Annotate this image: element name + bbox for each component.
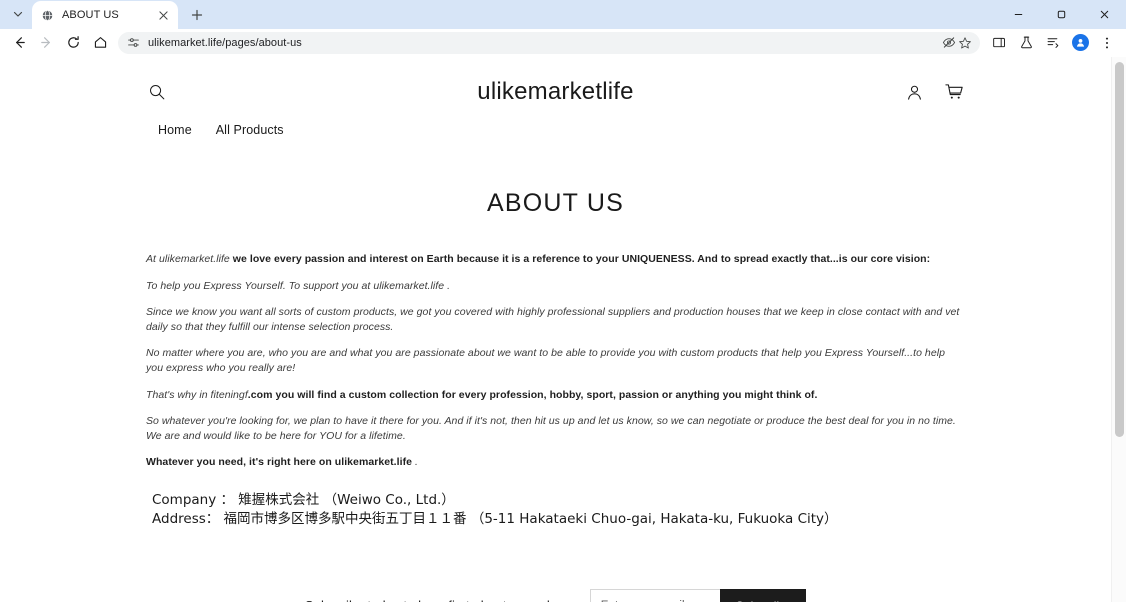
paragraph-strong-run: we love every passion and interest on Ea… — [229, 253, 931, 265]
home-icon[interactable] — [87, 30, 113, 56]
paragraph-strong-run: .com you will find a custom collection f… — [247, 388, 818, 401]
site-settings-tune-icon[interactable] — [126, 36, 140, 50]
about-paragraph: No matter where you are, who you are and… — [146, 346, 965, 375]
newsletter-text: Subscribe today to hear first about our … — [305, 598, 564, 602]
about-paragraph: So whatever you're looking for, we plan … — [146, 414, 965, 443]
tab-search-icon[interactable] — [4, 0, 32, 28]
paragraph-italic-run: So whatever you're looking for, we plan … — [146, 415, 956, 442]
vertical-scrollbar[interactable] — [1111, 57, 1126, 602]
bookmark-star-icon[interactable] — [958, 36, 972, 50]
search-icon[interactable] — [146, 81, 168, 103]
labs-flask-icon[interactable] — [1013, 30, 1039, 56]
company-info: Company ： 雉握株式会社 （Weiwo Co., Ltd.） Addre… — [0, 491, 1111, 529]
address-bar[interactable]: ulikemarket.life/pages/about-us — [118, 31, 980, 54]
globe-icon — [40, 8, 55, 23]
forward-icon — [33, 30, 59, 56]
about-paragraph: That's why in fiteningf.com you will fin… — [146, 388, 965, 403]
page-viewport: ulikemarketlife Home All Products ABOUT … — [0, 57, 1126, 602]
page-title: ABOUT US — [487, 189, 624, 217]
browser-tab[interactable]: ABOUT US — [32, 1, 178, 29]
tab-strip: ABOUT US — [0, 0, 1126, 29]
newsletter-subscribe-button[interactable]: Subscribe — [719, 588, 807, 602]
minimize-icon[interactable] — [997, 0, 1040, 29]
about-paragraph: Since we know you want all sorts of cust… — [146, 305, 965, 334]
browser-menu-icon[interactable] — [1094, 30, 1120, 56]
maximize-icon[interactable] — [1040, 0, 1083, 29]
nav-link-home[interactable]: Home — [158, 123, 192, 137]
eye-slash-icon[interactable] — [942, 36, 956, 50]
page-content: ulikemarketlife Home All Products ABOUT … — [0, 57, 1111, 602]
site-nav: Home All Products — [0, 113, 1111, 137]
site-header: ulikemarketlife Home All Products — [0, 57, 1111, 137]
nav-link-all-products[interactable]: All Products — [216, 123, 284, 137]
newsletter-form: Subscribe — [589, 588, 807, 602]
profile-avatar-icon[interactable] — [1067, 30, 1093, 56]
company-address-line: Address： 福岡市博多区博多駅中央街五丁目１１番 （5-11 Hakata… — [152, 510, 838, 527]
company-name-line: Company ： 雉握株式会社 （Weiwo Co., Ltd.） — [152, 491, 455, 508]
paragraph-italic-run: To help you Express Yourself. To support… — [146, 279, 451, 292]
reload-icon[interactable] — [60, 30, 86, 56]
new-tab-button[interactable] — [184, 2, 210, 28]
account-icon[interactable] — [903, 81, 925, 103]
paragraph-italic-run: That's why in fiteningf — [146, 388, 248, 401]
browser-window: ABOUT US ulikemarket.life/pages/about-us… — [0, 0, 1126, 602]
paragraph-italic-run: . — [412, 456, 418, 469]
address-bar-url: ulikemarket.life/pages/about-us — [148, 36, 302, 49]
newsletter-section: Subscribe today to hear first about our … — [0, 588, 1111, 602]
scrollbar-thumb[interactable] — [1115, 62, 1124, 437]
back-icon[interactable] — [6, 30, 32, 56]
tab-title: ABOUT US — [62, 9, 119, 21]
shopping-cart-icon[interactable] — [943, 81, 965, 103]
paragraph-italic-run: No matter where you are, who you are and… — [146, 347, 945, 374]
paragraph-strong-run: Whatever you need, it's right here on ul… — [146, 456, 413, 469]
browser-toolbar: ulikemarket.life/pages/about-us — [0, 29, 1126, 57]
about-article: At ulikemarket.life we love every passio… — [0, 252, 1111, 470]
newsletter-email-input[interactable] — [589, 588, 720, 602]
tab-close-icon[interactable] — [156, 8, 170, 22]
paragraph-italic-run: At ulikemarket.life — [146, 253, 230, 265]
about-paragraph: Whatever you need, it's right here on ul… — [146, 455, 965, 470]
about-paragraph: To help you Express Yourself. To support… — [146, 279, 965, 294]
browser-split-icon[interactable] — [986, 30, 1012, 56]
window-controls — [997, 0, 1126, 29]
about-paragraph: At ulikemarket.life we love every passio… — [146, 252, 965, 267]
window-close-icon[interactable] — [1083, 0, 1126, 29]
paragraph-italic-run: Since we know you want all sorts of cust… — [146, 306, 960, 333]
reading-list-icon[interactable] — [1040, 30, 1066, 56]
